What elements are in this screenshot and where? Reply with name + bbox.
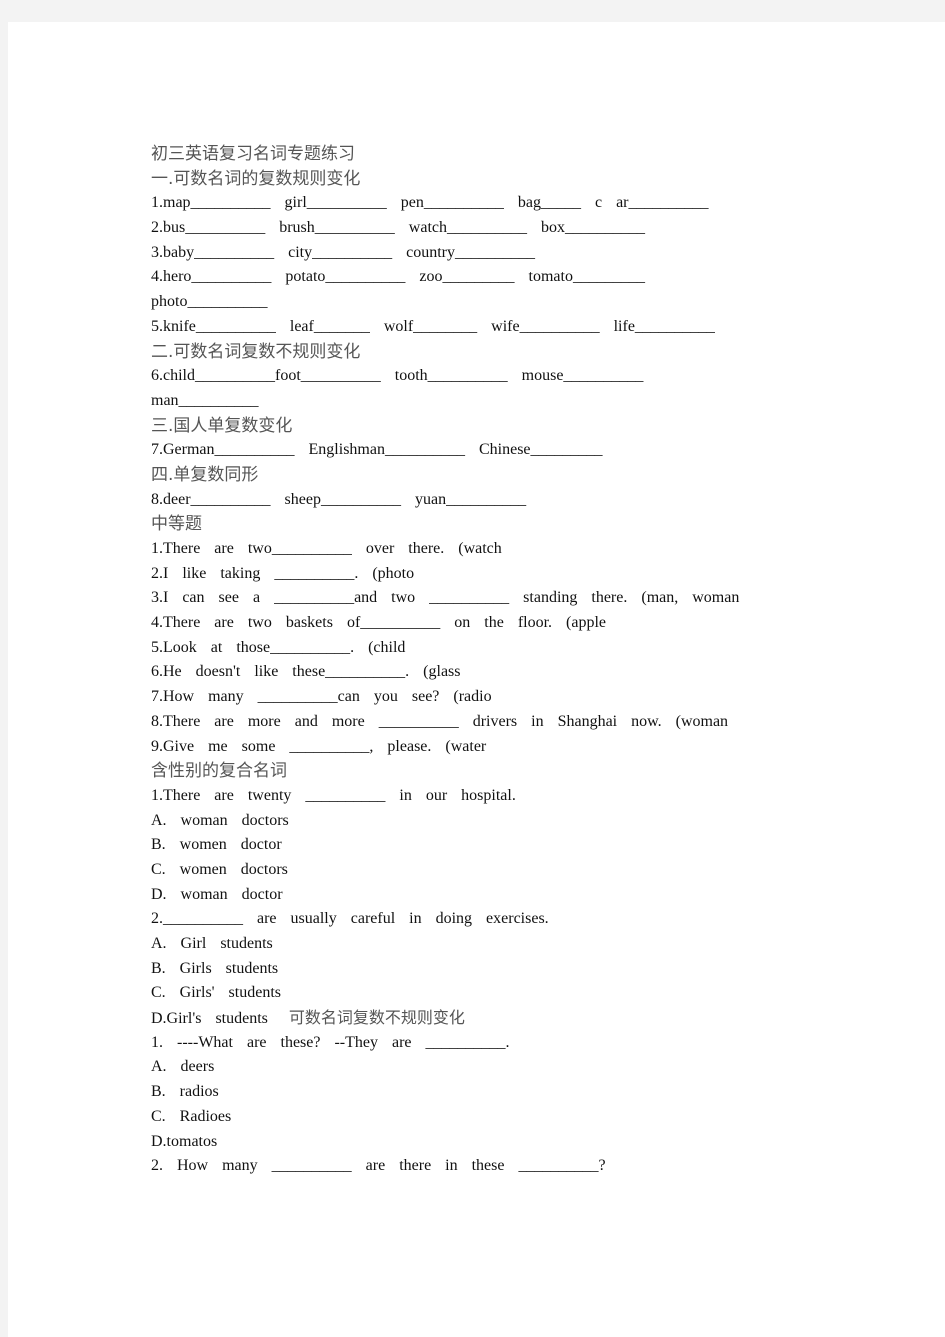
exercise-line: 5.knife__________ leaf_______ wolf______… — [151, 317, 715, 335]
question-line: 3.I can see a __________and two ________… — [151, 589, 740, 607]
answer-option: D. woman doctor — [151, 885, 283, 903]
answer-option: D.Girl's students — [151, 1010, 268, 1028]
answer-option: A. Girl students — [151, 935, 273, 952]
question-line: 6.He doesn't like these__________. (glas… — [151, 663, 461, 681]
answer-option: B. women doctor — [151, 836, 282, 854]
section-heading-inline: 可数名词复数不规则变化 — [288, 1008, 465, 1028]
exercise-line: 1.map__________ girl__________ pen______… — [151, 194, 709, 212]
answer-option: A. deers — [151, 1058, 215, 1076]
exercise-line: photo__________ — [151, 293, 268, 311]
section-heading: 二.可数名词复数不规则变化 — [151, 341, 361, 362]
question-line: 2.__________ are usually careful in doin… — [151, 910, 549, 928]
document-content: 初三英语复习名词专题练习 一.可数名词的复数规则变化 1.map________… — [151, 142, 791, 1179]
question-line: 5.Look at those__________. (child — [151, 638, 406, 656]
question-line: 1.There are twenty __________ in our hos… — [151, 786, 516, 804]
question-line: 1.There are two__________ over there. (w… — [151, 540, 502, 557]
section-heading: 四.单复数同形 — [151, 464, 259, 485]
answer-option: C. Radioes — [151, 1107, 232, 1125]
question-line: 2.I like taking __________. (photo — [151, 564, 415, 582]
answer-option: C. Girls' students — [151, 984, 281, 1002]
exercise-line: 7.German__________ Englishman__________ … — [151, 441, 603, 459]
section-heading: 含性别的复合名词 — [151, 761, 287, 782]
answer-option: D.tomatos — [151, 1132, 218, 1150]
section-heading: 一.可数名词的复数规则变化 — [151, 168, 361, 189]
question-line: 1. ----What are these? --They are ______… — [151, 1033, 510, 1051]
exercise-line: 8.deer__________ sheep__________ yuan___… — [151, 490, 527, 508]
section-heading: 三.国人单复数变化 — [151, 415, 293, 436]
exercise-line: man__________ — [151, 391, 259, 409]
section-heading: 中等题 — [151, 514, 202, 535]
question-line: 2. How many __________ are there in thes… — [151, 1157, 606, 1175]
document-page: 初三英语复习名词专题练习 一.可数名词的复数规则变化 1.map________… — [8, 22, 945, 1337]
exercise-line: 2.bus__________ brush__________ watch___… — [151, 219, 645, 237]
question-line: 9.Give me some __________, please. (wate… — [151, 737, 487, 755]
question-line: 7.How many __________can you see? (radio — [151, 688, 492, 706]
exercise-line: 6.child__________foot__________ tooth___… — [151, 367, 644, 385]
document-title: 初三英语复习名词专题练习 — [151, 144, 355, 164]
answer-option: B. radios — [151, 1083, 219, 1101]
answer-option: A. woman doctors — [151, 811, 289, 829]
exercise-line: 4.hero__________ potato__________ zoo___… — [151, 268, 645, 286]
question-line: 4.There are two baskets of__________ on … — [151, 614, 607, 632]
answer-option: C. women doctors — [151, 860, 288, 878]
question-line: 8.There are more and more __________ dri… — [151, 712, 729, 730]
exercise-line: 3.baby__________ city__________ country_… — [151, 243, 535, 261]
answer-option-with-heading: D.Girl's students 可数名词复数不规则变化 — [151, 1006, 791, 1031]
answer-option: B. Girls students — [151, 959, 279, 977]
